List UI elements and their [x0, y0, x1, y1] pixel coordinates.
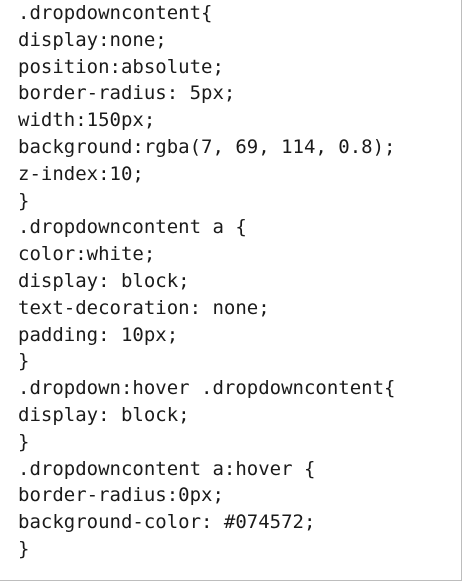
code-line: border-radius:0px; — [18, 484, 224, 507]
code-line: border-radius: 5px; — [18, 82, 236, 105]
code-line: text-decoration: none; — [18, 296, 270, 319]
code-line: } — [18, 350, 30, 373]
code-line: z-index:10; — [18, 162, 144, 185]
code-line: display:none; — [18, 28, 167, 51]
code-line: } — [18, 430, 30, 453]
code-line: .dropdown:hover .dropdowncontent{ — [18, 377, 396, 400]
code-lines: .dropdowncontent{ display:none; position… — [18, 0, 396, 563]
code-line: background-color: #074572; — [18, 511, 316, 534]
code-line: display: block; — [18, 269, 190, 292]
code-line: } — [18, 189, 30, 212]
code-line: display: block; — [18, 403, 190, 426]
code-line: color:white; — [18, 243, 156, 266]
code-line: position:absolute; — [18, 55, 224, 78]
code-line: .dropdowncontent a:hover { — [18, 457, 316, 480]
code-line: } — [18, 537, 30, 560]
code-line: .dropdowncontent{ — [18, 2, 213, 24]
code-line: padding: 10px; — [18, 323, 179, 346]
code-line: .dropdowncontent a { — [18, 216, 247, 239]
code-line: background:rgba(7, 69, 114, 0.8); — [18, 135, 396, 158]
code-snippet-panel: .dropdowncontent{ display:none; position… — [0, 0, 462, 581]
code-line: width:150px; — [18, 109, 156, 132]
